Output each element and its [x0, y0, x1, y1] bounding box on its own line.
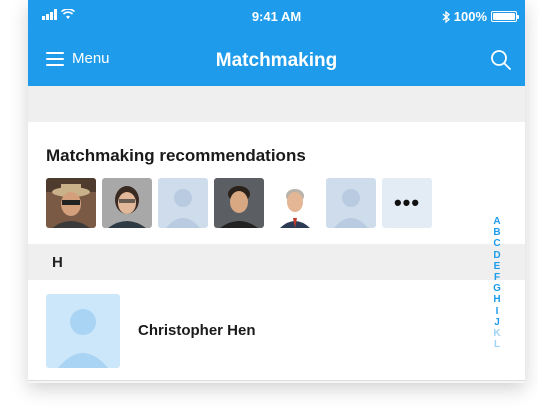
avatar[interactable]: [214, 178, 264, 228]
recommendation-avatars: •••: [46, 178, 432, 228]
index-letter-i[interactable]: I: [496, 306, 499, 317]
avatar[interactable]: [270, 178, 320, 228]
section-header-h: H: [28, 244, 525, 280]
index-letter-a[interactable]: A: [493, 216, 500, 227]
contact-avatar: [46, 294, 120, 368]
section-header-k: K: [28, 380, 525, 383]
index-letter-l[interactable]: L: [494, 339, 500, 350]
contact-name: Christopher Hen: [138, 322, 256, 339]
section-letter: H: [52, 254, 63, 271]
index-letter-g[interactable]: G: [493, 283, 501, 294]
avatar[interactable]: [326, 178, 376, 228]
more-avatars-button[interactable]: •••: [382, 178, 432, 228]
battery-percent: 100%: [453, 9, 487, 24]
contact-row[interactable]: Christopher Hen: [28, 280, 525, 380]
index-letter-b[interactable]: B: [493, 227, 500, 238]
nav-bar: Menu Matchmaking: [28, 36, 525, 86]
app-screen: 9:41 AM 100% Menu Matchmaking Matchmakin…: [28, 0, 525, 383]
index-letter-e[interactable]: E: [494, 261, 501, 272]
index-letter-f[interactable]: F: [494, 272, 500, 283]
status-right: 100%: [442, 9, 519, 24]
index-letter-d[interactable]: D: [493, 250, 500, 261]
spacer-band: [28, 86, 525, 122]
battery-icon: [491, 11, 519, 22]
page-title: Matchmaking: [215, 50, 338, 71]
status-bar: 9:41 AM 100%: [28, 0, 525, 36]
alphabet-index[interactable]: ABCDEFGHIJKL: [488, 216, 506, 350]
index-letter-k[interactable]: K: [493, 328, 500, 339]
index-letter-c[interactable]: C: [493, 238, 500, 249]
recommendations-title: Matchmaking recommendations: [46, 146, 306, 165]
search-icon[interactable]: [489, 48, 513, 72]
index-letter-j[interactable]: J: [494, 317, 500, 328]
bluetooth-icon: [442, 10, 450, 23]
index-letter-h[interactable]: H: [493, 294, 500, 305]
recommendations-panel: Matchmaking recommendations •••: [28, 122, 525, 244]
avatar[interactable]: [158, 178, 208, 228]
avatar[interactable]: [102, 178, 152, 228]
avatar[interactable]: [46, 178, 96, 228]
top-bar: 9:41 AM 100% Menu Matchmaking: [28, 0, 525, 86]
